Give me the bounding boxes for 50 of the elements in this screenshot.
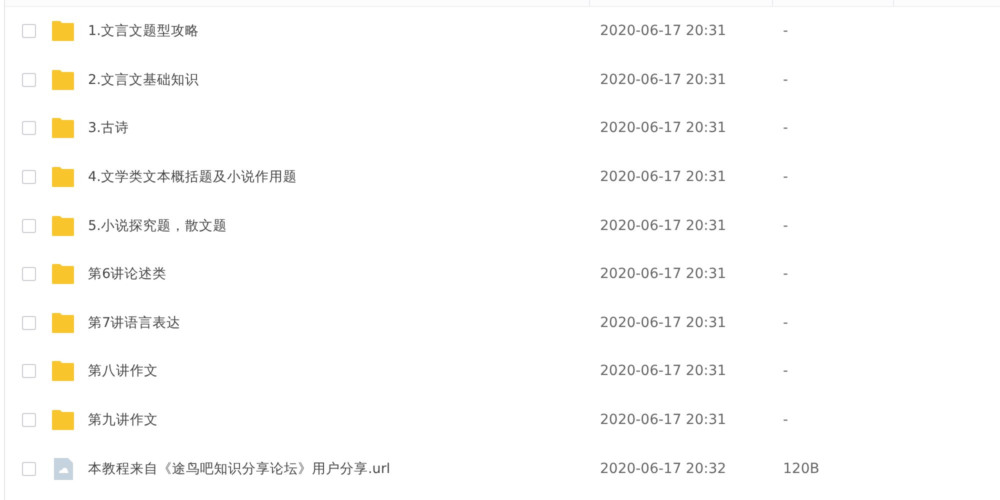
folder-icon — [51, 359, 75, 384]
file-size: - — [783, 314, 788, 331]
modified-date: 2020-06-17 20:31 — [600, 120, 726, 136]
modified-date: 2020-06-17 20:31 — [600, 266, 726, 282]
file-size: - — [783, 72, 788, 88]
file-name[interactable]: 2.文言文基础知识 — [88, 70, 199, 89]
modified-date: 2020-06-17 20:31 — [600, 314, 726, 331]
checkbox[interactable] — [22, 364, 36, 378]
file-size: 120B — [783, 460, 820, 477]
modified-date: 2020-06-17 20:31 — [600, 412, 726, 428]
checkbox[interactable] — [22, 316, 36, 330]
folder-icon — [51, 19, 75, 44]
checkbox[interactable] — [22, 72, 36, 87]
file-size: - — [783, 169, 788, 186]
file-name[interactable]: 第八讲作文 — [88, 362, 158, 380]
folder-icon — [51, 68, 75, 92]
file-name[interactable]: 1.文言文题型攻略 — [88, 22, 199, 40]
file-size: - — [783, 120, 788, 136]
folder-icon — [51, 408, 75, 432]
file-name[interactable]: 第6讲论述类 — [88, 265, 167, 284]
file-name[interactable]: 3.古诗 — [88, 119, 129, 138]
checkbox[interactable] — [22, 413, 36, 428]
file-size: - — [783, 218, 788, 234]
modified-date: 2020-06-17 20:31 — [600, 363, 726, 380]
folder-icon — [51, 262, 75, 286]
file-size: - — [783, 412, 788, 428]
checkbox[interactable] — [22, 24, 36, 38]
folder-icon — [51, 116, 75, 140]
file-icon — [51, 456, 75, 481]
modified-date: 2020-06-17 20:32 — [600, 460, 726, 477]
modified-date: 2020-06-17 20:31 — [600, 218, 726, 234]
file-name[interactable]: 5.小说探究题，散文题 — [88, 216, 227, 235]
file-size: - — [783, 266, 788, 282]
folder-icon — [51, 214, 75, 238]
checkbox[interactable] — [22, 267, 36, 282]
file-name[interactable]: 第7讲语言表达 — [88, 314, 181, 332]
modified-date: 2020-06-17 20:31 — [600, 169, 726, 186]
folder-icon — [51, 310, 75, 335]
file-size: - — [783, 363, 788, 380]
checkbox[interactable] — [22, 218, 36, 233]
checkbox[interactable] — [22, 121, 36, 136]
checkbox[interactable] — [22, 170, 36, 184]
file-size: - — [783, 23, 788, 40]
folder-icon — [51, 165, 75, 190]
file-name[interactable]: 第九讲作文 — [88, 411, 158, 430]
file-name[interactable]: 4.文学类文本概括题及小说作用题 — [88, 168, 297, 186]
modified-date: 2020-06-17 20:31 — [600, 23, 726, 40]
file-name[interactable]: 本教程来自《途鸟吧知识分享论坛》用户分享.url — [88, 460, 390, 478]
modified-date: 2020-06-17 20:31 — [600, 72, 726, 88]
checkbox[interactable] — [22, 462, 36, 476]
